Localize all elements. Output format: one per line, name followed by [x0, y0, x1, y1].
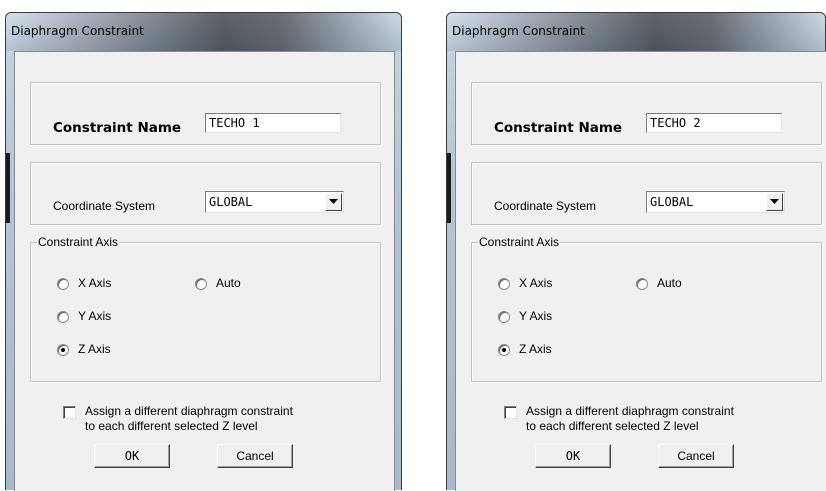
assign-label-line1: Assign a different diaphragm constraint	[85, 404, 293, 418]
title-bar[interactable]: Diaphragm Constraint	[6, 13, 401, 51]
ok-button[interactable]: OK	[535, 444, 611, 468]
y-axis-radio[interactable]	[57, 311, 69, 323]
auto-radio[interactable]	[636, 278, 648, 290]
assign-label-line2: to each different selected Z level	[526, 419, 699, 433]
auto-label: Auto	[216, 276, 241, 290]
y-axis-label: Y Axis	[519, 309, 553, 323]
z-axis-label: Z Axis	[519, 342, 552, 356]
constraint-axis-legend: Constraint Axis	[37, 235, 120, 249]
constraint-name-label: Constraint Name	[53, 120, 182, 136]
x-axis-label: X Axis	[78, 276, 112, 290]
x-axis-radio[interactable]	[498, 278, 510, 290]
chevron-down-icon	[770, 199, 779, 204]
assign-different-label: Assign a different diaphragm constraint …	[85, 404, 293, 434]
dialog-body: Constraint Name TECHO 2 Coordinate Syste…	[455, 51, 826, 491]
diaphragm-constraint-dialog-2: Diaphragm Constraint Constraint Name TEC…	[446, 12, 826, 491]
z-axis-radio[interactable]	[498, 344, 510, 356]
coordinate-system-select[interactable]: GLOBAL	[205, 191, 344, 213]
constraint-name-input[interactable]: TECHO 1	[205, 113, 341, 133]
dropdown-button[interactable]	[325, 193, 342, 211]
x-axis-radio[interactable]	[57, 278, 69, 290]
window-edge	[6, 153, 10, 223]
chevron-down-icon	[329, 199, 338, 204]
coordinate-system-label: Coordinate System	[494, 199, 597, 213]
constraint-axis-legend: Constraint Axis	[478, 235, 561, 249]
diaphragm-constraint-dialog-1: Diaphragm Constraint Constraint Name TEC…	[5, 12, 402, 491]
cancel-button[interactable]: Cancel	[658, 444, 734, 468]
assign-label-line1: Assign a different diaphragm constraint	[526, 404, 734, 418]
assign-different-checkbox[interactable]	[63, 406, 76, 419]
coordinate-system-label: Coordinate System	[53, 199, 156, 213]
assign-different-label: Assign a different diaphragm constraint …	[526, 404, 734, 434]
window-title: Diaphragm Constraint	[452, 24, 585, 38]
window-edge	[447, 153, 451, 223]
assign-different-checkbox[interactable]	[504, 406, 517, 419]
constraint-name-input[interactable]: TECHO 2	[646, 113, 782, 133]
dropdown-button[interactable]	[766, 193, 783, 211]
cancel-button[interactable]: Cancel	[217, 444, 293, 468]
y-axis-radio[interactable]	[498, 311, 510, 323]
y-axis-label: Y Axis	[78, 309, 112, 323]
coordinate-system-value: GLOBAL	[650, 195, 694, 209]
assign-label-line2: to each different selected Z level	[85, 419, 258, 433]
auto-radio[interactable]	[195, 278, 207, 290]
auto-label: Auto	[657, 276, 682, 290]
z-axis-label: Z Axis	[78, 342, 111, 356]
coordinate-system-select[interactable]: GLOBAL	[646, 191, 785, 213]
window-title: Diaphragm Constraint	[11, 24, 144, 38]
constraint-name-label: Constraint Name	[494, 120, 623, 136]
title-bar[interactable]: Diaphragm Constraint	[447, 13, 825, 51]
ok-button[interactable]: OK	[94, 444, 170, 468]
x-axis-label: X Axis	[519, 276, 553, 290]
dialog-body: Constraint Name TECHO 1 Coordinate Syste…	[14, 51, 395, 491]
z-axis-radio[interactable]	[57, 344, 69, 356]
coordinate-system-value: GLOBAL	[209, 195, 253, 209]
